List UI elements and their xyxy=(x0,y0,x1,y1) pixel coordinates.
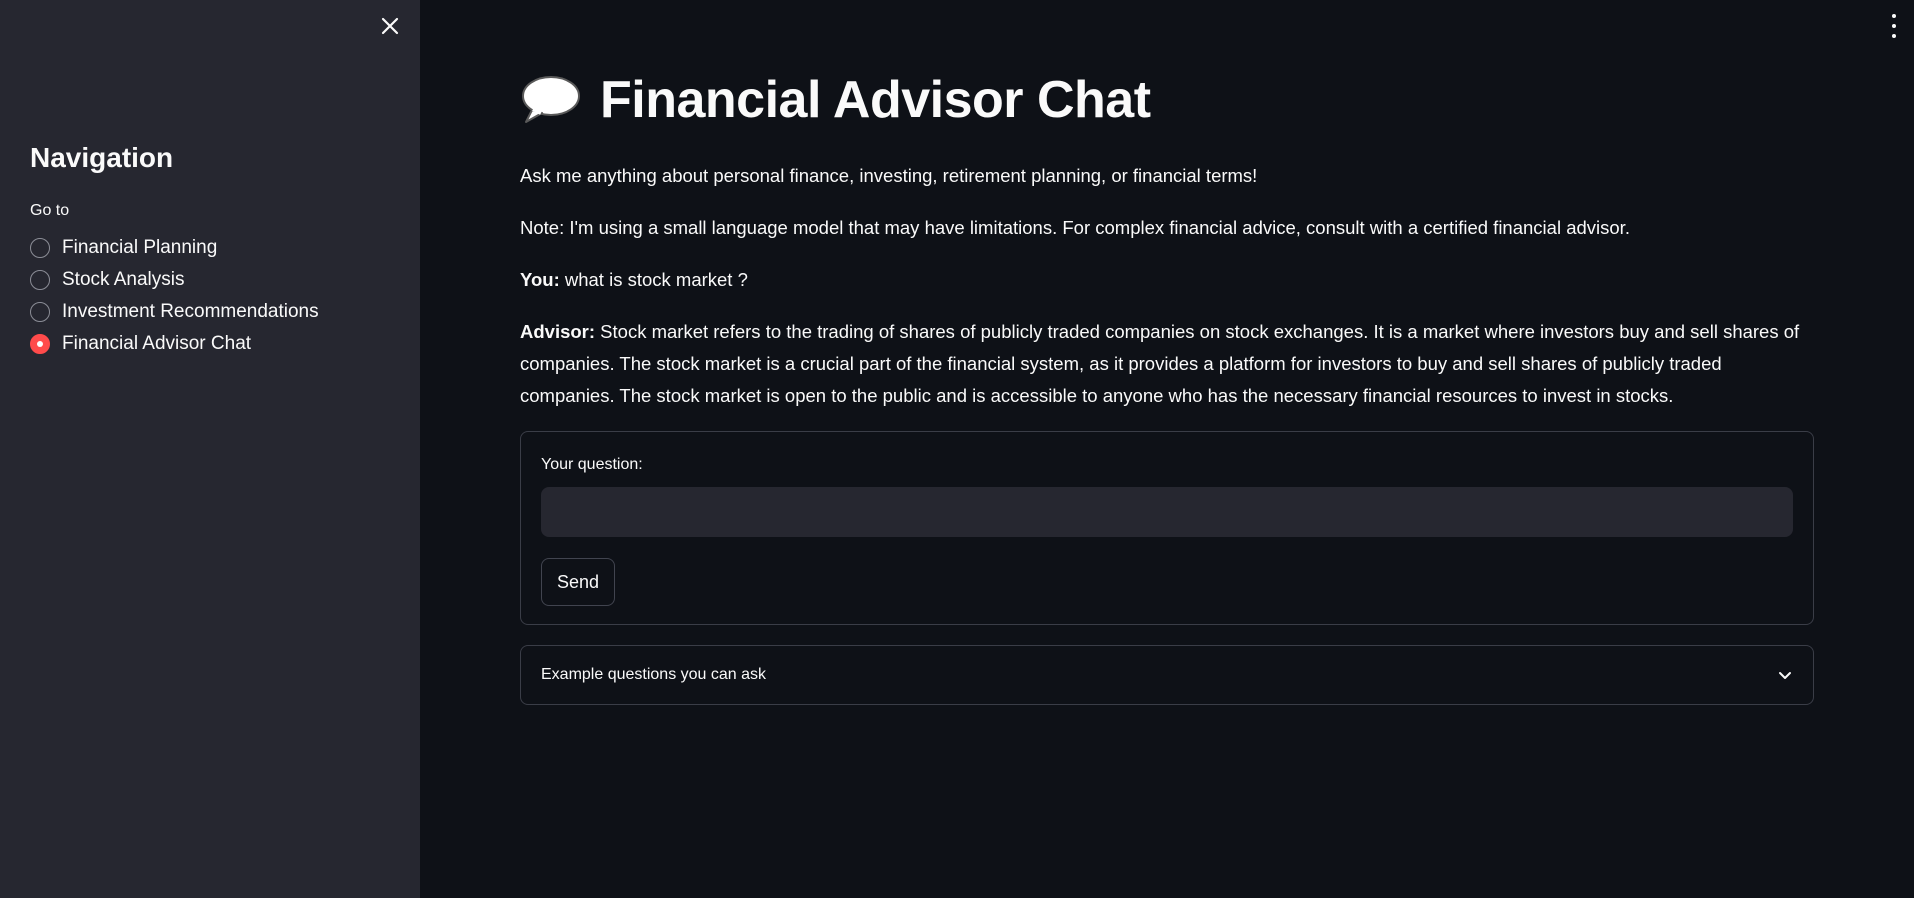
main-menu-button[interactable] xyxy=(1888,14,1900,38)
chevron-down-icon xyxy=(1779,672,1791,679)
advisor-label: Advisor: xyxy=(520,321,596,342)
example-questions-expander[interactable]: Example questions you can ask xyxy=(520,645,1814,705)
radio-button[interactable] xyxy=(30,238,50,258)
question-input[interactable] xyxy=(541,487,1793,537)
close-icon xyxy=(381,17,399,35)
send-button[interactable]: Send xyxy=(541,558,616,606)
close-sidebar-button[interactable] xyxy=(376,12,404,40)
intro-text: Ask me anything about personal finance, … xyxy=(520,165,1258,186)
radio-group-label: Go to xyxy=(30,202,70,219)
dot xyxy=(1892,14,1896,18)
radio-button-selected[interactable] xyxy=(30,334,50,354)
content-block: Financial Advisor Chat Ask me anything a… xyxy=(520,70,1814,705)
sidebar: Navigation Go to Financial Planning Stoc… xyxy=(0,0,420,898)
question-form: Your question: Send xyxy=(520,431,1814,625)
page-header: Financial Advisor Chat xyxy=(520,70,1814,130)
note-text: Note: I'm using a small language model t… xyxy=(520,217,1630,238)
radio-label: Financial Advisor Chat xyxy=(62,333,252,354)
advisor-message: Advisor: Stock market refers to the trad… xyxy=(520,316,1814,412)
radio-button[interactable] xyxy=(30,270,50,290)
radio-label: Stock Analysis xyxy=(62,269,185,290)
navigation-radio-group: Financial Planning Stock Analysis Invest… xyxy=(30,232,319,360)
radio-label: Financial Planning xyxy=(62,237,218,258)
radio-option-financial-advisor-chat[interactable]: Financial Advisor Chat xyxy=(30,328,319,360)
sidebar-title: Navigation xyxy=(30,142,174,173)
advisor-message-text: Stock market refers to the trading of sh… xyxy=(520,321,1800,406)
radio-option-stock-analysis[interactable]: Stock Analysis xyxy=(30,264,319,296)
dot xyxy=(1892,34,1896,38)
radio-label: Investment Recommendations xyxy=(62,301,319,322)
question-label: Your question: xyxy=(541,456,643,473)
page-title: Financial Advisor Chat xyxy=(600,71,1151,129)
speech-bubble-icon xyxy=(522,76,580,123)
radio-option-investment-recommendations[interactable]: Investment Recommendations xyxy=(30,296,319,328)
radio-button[interactable] xyxy=(30,302,50,322)
user-label: You: xyxy=(520,269,560,290)
radio-option-financial-planning[interactable]: Financial Planning xyxy=(30,232,319,264)
main-content: Financial Advisor Chat Ask me anything a… xyxy=(420,0,1914,898)
dot xyxy=(1892,24,1896,28)
user-message-text: what is stock market ? xyxy=(559,269,748,290)
app-root: Navigation Go to Financial Planning Stoc… xyxy=(0,0,1914,898)
expander-label: Example questions you can ask xyxy=(541,666,767,683)
user-message: You: what is stock market ? xyxy=(520,264,748,296)
